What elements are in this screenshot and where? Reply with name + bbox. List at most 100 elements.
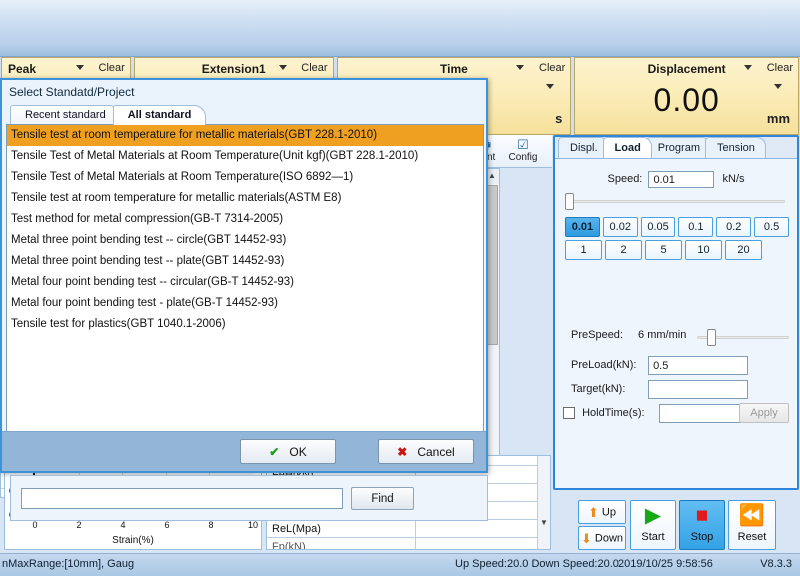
readout-time-unit: s [555,111,562,126]
dialog-tabs: Recent standard All standard [10,105,198,125]
down-button-label: Down [595,532,623,544]
status-datetime: 2019/10/25 9:58:56 [618,558,713,570]
preset-0.02[interactable]: 0.02 [603,217,638,237]
readout-time-clear[interactable]: Clear [539,62,565,74]
tab-program[interactable]: Program [646,137,711,158]
select-standard-dialog: Select Standatd/Project Recent standard … [0,78,488,473]
list-item[interactable]: Tensile Test of Metal Materials at Room … [7,167,483,188]
readout-displacement-clear[interactable]: Clear [767,62,793,74]
target-input[interactable] [648,380,748,399]
machine-controls: ⬆Up ⬇Down ▶ Start ■ Stop ⏪ Reset [578,500,778,552]
preset-0.1[interactable]: 0.1 [678,217,713,237]
stop-button[interactable]: ■ Stop [679,500,725,550]
chevron-down-icon[interactable] [516,65,524,70]
stop-button-label: Stop [680,531,724,543]
chart-xtick: 4 [120,520,125,530]
list-item[interactable]: Metal three point bending test -- plate(… [7,251,483,272]
checkbox-check-icon: ☑ [500,137,546,152]
up-button[interactable]: ⬆Up [578,500,626,524]
holdtime-checkbox[interactable] [563,407,575,419]
preset-2[interactable]: 2 [605,240,642,260]
preload-input[interactable]: 0.5 [648,356,748,375]
list-item[interactable]: Test method for metal compression(GB-T 7… [7,209,483,230]
find-bar-panel: Find [10,475,488,521]
chevron-down-icon[interactable] [744,65,752,70]
config-button[interactable]: ☑ Config [500,137,546,163]
chart-xtick: 6 [164,520,169,530]
preload-label: PreLoad(kN): [571,355,645,375]
preset-0.01[interactable]: 0.01 [565,217,600,237]
readout-peak-clear[interactable]: Clear [99,62,125,74]
down-button[interactable]: ⬇Down [578,526,626,550]
preset-10[interactable]: 10 [685,240,722,260]
tab-tension[interactable]: Tension [705,137,766,158]
slider-knob[interactable] [565,193,574,210]
speed-label: Speed: [608,173,643,185]
find-input[interactable] [21,488,343,509]
cancel-button[interactable]: ✖Cancel [378,439,474,464]
target-label: Target(kN): [571,379,645,399]
scroll-down-icon[interactable]: ▼ [538,516,550,529]
speed-preset-buttons: 0.01 0.02 0.05 0.1 0.2 0.5 1 2 5 10 20 [565,217,789,263]
ok-button-label: OK [289,445,306,459]
slider-knob[interactable] [707,329,716,346]
chevron-down-icon[interactable] [546,84,554,89]
start-button[interactable]: ▶ Start [630,500,676,550]
rewind-icon: ⏪ [729,501,775,531]
prespeed-label: PreSpeed: [571,329,623,341]
holdtime-label: HoldTime(s): [582,403,656,423]
table-row[interactable]: Fp(kN) [267,538,550,550]
result-name: ReL(Mpa) [272,520,321,538]
chart-xaxis-label: Strain(%) [5,535,261,546]
chevron-down-icon[interactable] [279,65,287,70]
cancel-button-label: Cancel [417,445,454,459]
control-panel-tabs: Displ. Load Program Tension [555,137,797,159]
ok-button[interactable]: ✔ OK [240,439,336,464]
apply-button[interactable]: Apply [739,403,789,423]
speed-unit: kN/s [723,173,745,185]
prespeed-value: 6 mm/min [638,329,686,341]
reset-button[interactable]: ⏪ Reset [728,500,776,550]
status-bar: nMaxRange:[10mm], Gaug Up Speed:20.0 Dow… [0,553,800,576]
list-item[interactable]: Metal three point bending test -- circle… [7,230,483,251]
speed-row: Speed: 0.01 kN/s [555,171,797,188]
check-icon: ✔ [269,445,279,459]
tab-all-standard[interactable]: All standard [113,105,207,125]
results-scrollbar[interactable]: ▼ [537,456,550,549]
preset-20[interactable]: 20 [725,240,762,260]
window-top-band [0,0,800,57]
list-item[interactable]: Tensile test at room temperature for met… [7,125,483,146]
list-item[interactable]: Tensile test for plastics(GBT 1040.1-200… [7,314,483,335]
speed-slider[interactable] [565,197,785,205]
speed-input[interactable]: 0.01 [648,171,714,188]
tab-displ[interactable]: Displ. [558,137,609,158]
tab-recent-standard[interactable]: Recent standard [10,105,121,125]
readout-extension1-clear[interactable]: Clear [301,62,327,74]
standard-list[interactable]: Tensile test at room temperature for met… [6,124,484,468]
preset-0.5[interactable]: 0.5 [754,217,789,237]
preset-0.2[interactable]: 0.2 [716,217,751,237]
tab-load[interactable]: Load [603,137,652,158]
reset-button-label: Reset [729,531,775,543]
arrow-up-icon: ⬆ [588,501,599,524]
find-button[interactable]: Find [351,487,414,510]
list-item[interactable]: Metal four point bending test -- circula… [7,272,483,293]
dialog-footer: ✔ OK ✖Cancel [2,431,486,471]
preset-1[interactable]: 1 [565,240,602,260]
preset-5[interactable]: 5 [645,240,682,260]
table-row[interactable]: ReL(Mpa) [267,520,550,538]
list-item[interactable]: Tensile Test of Metal Materials at Room … [7,146,483,167]
speed-preset-row-2: 1 2 5 10 20 [565,240,789,260]
start-button-label: Start [631,531,675,543]
preset-0.05[interactable]: 0.05 [641,217,676,237]
column-divider [415,538,416,550]
chevron-down-icon[interactable] [76,65,84,70]
holdtime-row: HoldTime(s): [563,403,759,423]
list-item[interactable]: Tensile test at room temperature for met… [7,188,483,209]
target-row: Target(kN): [571,379,748,399]
list-item[interactable]: Metal four point bending test - plate(GB… [7,293,483,314]
readout-displacement[interactable]: Displacement Clear 0.00 mm [574,57,799,135]
prespeed-slider[interactable] [697,333,789,341]
config-button-label: Config [500,152,546,163]
column-divider [415,520,416,537]
